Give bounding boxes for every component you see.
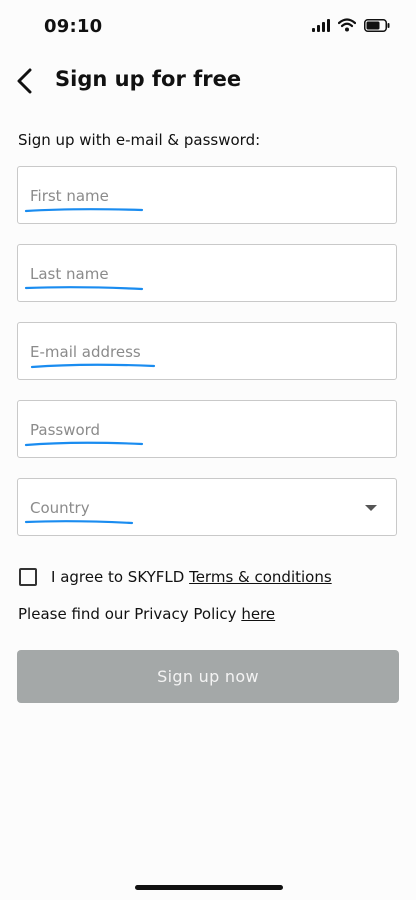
email-field[interactable]: E-mail address (17, 322, 397, 380)
cellular-signal-icon (312, 18, 330, 32)
back-button[interactable] (8, 64, 42, 98)
email-placeholder: E-mail address (30, 343, 141, 361)
home-indicator (135, 885, 283, 890)
password-placeholder: Password (30, 421, 101, 439)
privacy-prefix: Please find our Privacy Policy (18, 605, 242, 623)
placeholder-underline (30, 363, 156, 369)
form-subtitle: Sign up with e-mail & password: (18, 131, 261, 149)
country-placeholder: Country (30, 499, 90, 517)
password-field[interactable]: Password (17, 400, 397, 458)
page-title: Sign up for free (55, 67, 242, 91)
terms-checkbox[interactable] (19, 568, 37, 586)
caret-down-icon (365, 505, 377, 511)
placeholder-underline (24, 520, 134, 525)
first-name-field[interactable]: First name (17, 166, 397, 224)
privacy-link[interactable]: here (241, 605, 275, 623)
signup-button[interactable]: Sign up now (17, 650, 399, 703)
terms-row: I agree to SKYFLD Terms & conditions (19, 565, 332, 589)
status-bar: 09:10 (0, 0, 416, 56)
country-select[interactable]: Country (17, 478, 397, 536)
placeholder-underline (24, 286, 144, 291)
status-icons (312, 18, 390, 32)
status-time: 09:10 (44, 16, 103, 37)
first-name-placeholder: First name (30, 187, 109, 205)
terms-prefix: I agree to SKYFLD (51, 568, 190, 586)
terms-link[interactable]: Terms & conditions (189, 568, 332, 586)
battery-icon (364, 18, 390, 32)
privacy-text: Please find our Privacy Policy here (18, 605, 275, 623)
last-name-field[interactable]: Last name (17, 244, 397, 302)
placeholder-underline (24, 441, 144, 447)
last-name-placeholder: Last name (30, 265, 109, 283)
placeholder-underline (24, 208, 144, 213)
wifi-icon (338, 18, 356, 32)
header: Sign up for free (0, 56, 416, 106)
terms-text: I agree to SKYFLD Terms & conditions (51, 568, 332, 586)
chevron-left-icon (17, 68, 32, 94)
